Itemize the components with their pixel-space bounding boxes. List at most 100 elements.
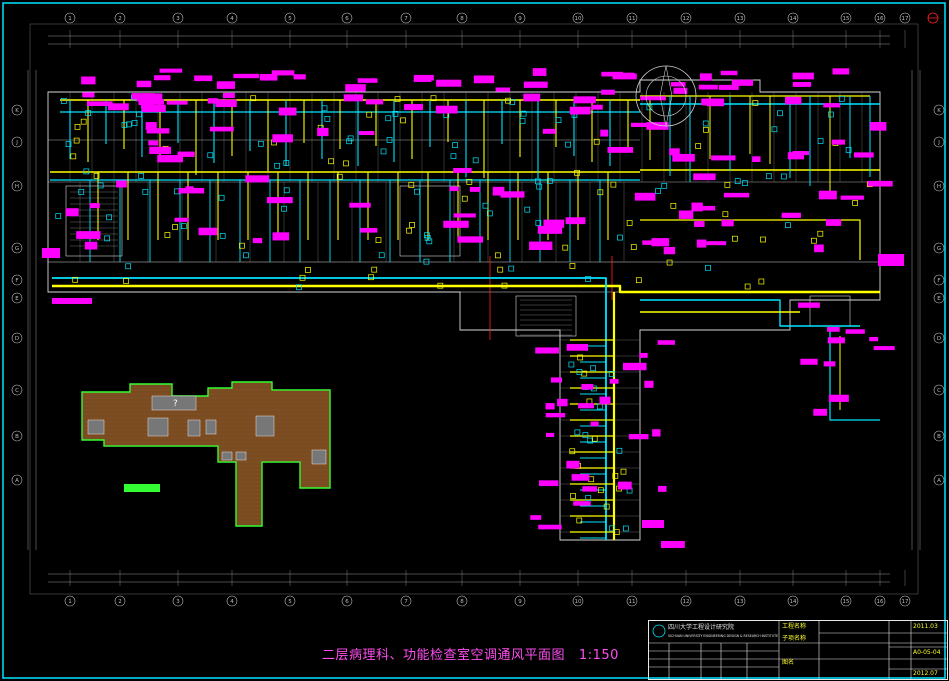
equipment-tag-box bbox=[469, 186, 481, 192]
equipment-tag-box bbox=[634, 192, 656, 201]
equipment-tag-box bbox=[149, 146, 172, 155]
equipment-tag-box bbox=[116, 180, 127, 188]
grid-label-col: 16 bbox=[877, 599, 884, 605]
grid-label-col: 4 bbox=[230, 16, 234, 22]
air-diffuser bbox=[630, 244, 637, 250]
equipment-tag-box bbox=[800, 358, 818, 365]
equipment-tag-box bbox=[545, 403, 555, 410]
equipment-tag-box bbox=[317, 127, 329, 137]
drawing-scale: 1:150 bbox=[578, 648, 619, 663]
equipment-tag-box bbox=[823, 361, 836, 367]
air-diffuser bbox=[375, 237, 382, 243]
equipment-tag-box bbox=[76, 231, 101, 239]
air-diffuser bbox=[666, 259, 673, 266]
annex-note-label bbox=[124, 484, 160, 492]
equipment-tag-box bbox=[278, 107, 297, 116]
roof-equipment bbox=[147, 417, 169, 437]
equipment-tag-box bbox=[349, 202, 371, 208]
equipment-tag-box bbox=[81, 76, 96, 85]
air-diffuser bbox=[131, 120, 138, 126]
grid-label-col: 7 bbox=[404, 599, 408, 605]
equipment-tag-box bbox=[272, 232, 290, 241]
air-diffuser bbox=[243, 252, 249, 259]
equipment-tag-box bbox=[869, 336, 879, 342]
air-diffuser bbox=[346, 138, 352, 145]
air-diffuser bbox=[760, 236, 766, 243]
air-diffuser bbox=[817, 230, 824, 237]
air-diffuser bbox=[620, 468, 627, 475]
air-diffuser bbox=[785, 222, 791, 229]
equipment-tag-box bbox=[792, 81, 812, 87]
drawing-title-text: 二层病理科、功能检查室空调通风平面图 bbox=[322, 648, 566, 663]
air-diffuser bbox=[74, 123, 81, 130]
equipment-tag-box bbox=[718, 84, 739, 90]
equipment-tag-box bbox=[642, 240, 660, 245]
air-diffuser bbox=[371, 266, 378, 273]
equipment-tag-box bbox=[557, 398, 568, 407]
equipment-tag-box bbox=[660, 540, 685, 548]
equipment-tag-box bbox=[792, 72, 814, 80]
air-diffuser bbox=[414, 188, 420, 195]
equipment-tag-box bbox=[669, 148, 680, 156]
air-diffuser bbox=[495, 252, 501, 259]
air-diffuser bbox=[55, 213, 62, 219]
air-diffuser bbox=[765, 173, 772, 180]
equipment-tag-box bbox=[701, 98, 725, 106]
air-diffuser bbox=[97, 182, 104, 189]
air-diffuser bbox=[655, 188, 661, 194]
equipment-tag-box bbox=[785, 96, 802, 105]
equipment-tag-box bbox=[343, 94, 364, 102]
grid-label-col: 3 bbox=[176, 599, 180, 605]
equipment-tag-box bbox=[453, 213, 476, 218]
equipment-tag-box bbox=[65, 208, 79, 217]
equipment-tag-box bbox=[272, 134, 293, 143]
grid-label-col: 1 bbox=[68, 16, 72, 22]
grid-row-labels-right: K J H G F E D C B A bbox=[933, 104, 945, 486]
grid-label-row: K bbox=[937, 108, 941, 114]
equipment-tag-box bbox=[360, 227, 378, 233]
equipment-tag-box bbox=[365, 99, 384, 105]
air-diffuser bbox=[744, 283, 751, 290]
equipment-tag-box bbox=[878, 254, 904, 266]
air-diffuser bbox=[817, 138, 824, 144]
equipment-tag-box bbox=[658, 485, 667, 492]
grid-label-row: G bbox=[15, 246, 19, 252]
grid-label-row: A bbox=[15, 478, 19, 484]
equipment-tag-box bbox=[578, 403, 594, 409]
equipment-tag-box bbox=[82, 92, 95, 98]
air-diffuser bbox=[626, 220, 633, 226]
grid-label-row: K bbox=[15, 108, 19, 114]
dimension-lines bbox=[27, 30, 921, 586]
air-diffuser bbox=[328, 158, 334, 165]
air-diffuser bbox=[722, 211, 729, 218]
air-diffuser bbox=[758, 278, 765, 285]
equipment-tag-box bbox=[569, 106, 591, 115]
roof-equipment bbox=[311, 449, 327, 465]
tb-date: 2012.07 bbox=[913, 670, 938, 677]
east-wing-duct bbox=[829, 330, 880, 421]
air-diffuser bbox=[164, 232, 171, 238]
air-diffuser bbox=[569, 448, 576, 455]
equipment-tag-box bbox=[539, 480, 559, 487]
tb-company-en: SICHUAN UNIVERSITY ENGINEERING DESIGN & … bbox=[668, 634, 779, 638]
air-diffuser bbox=[574, 429, 581, 436]
equipment-tag-box bbox=[853, 152, 874, 158]
air-diffuser bbox=[343, 160, 349, 167]
annex-label: ? bbox=[173, 399, 178, 409]
air-diffuser bbox=[569, 263, 576, 269]
air-diffuser bbox=[366, 111, 373, 118]
air-diffuser bbox=[752, 100, 759, 106]
equipment-tag-box bbox=[845, 329, 865, 334]
air-diffuser bbox=[536, 183, 543, 190]
equipment-tag-box bbox=[530, 515, 542, 520]
equipment-tag-box bbox=[174, 217, 189, 222]
air-diffuser bbox=[732, 235, 738, 242]
equipment-tag-box bbox=[814, 244, 824, 253]
roof-equipment bbox=[87, 419, 105, 435]
air-diffuser bbox=[623, 525, 629, 532]
equipment-tag-box bbox=[209, 126, 234, 132]
building-outline bbox=[47, 79, 881, 541]
air-diffuser bbox=[106, 214, 112, 221]
equipment-tag-box bbox=[590, 421, 599, 427]
grid-label-row: B bbox=[15, 434, 19, 440]
